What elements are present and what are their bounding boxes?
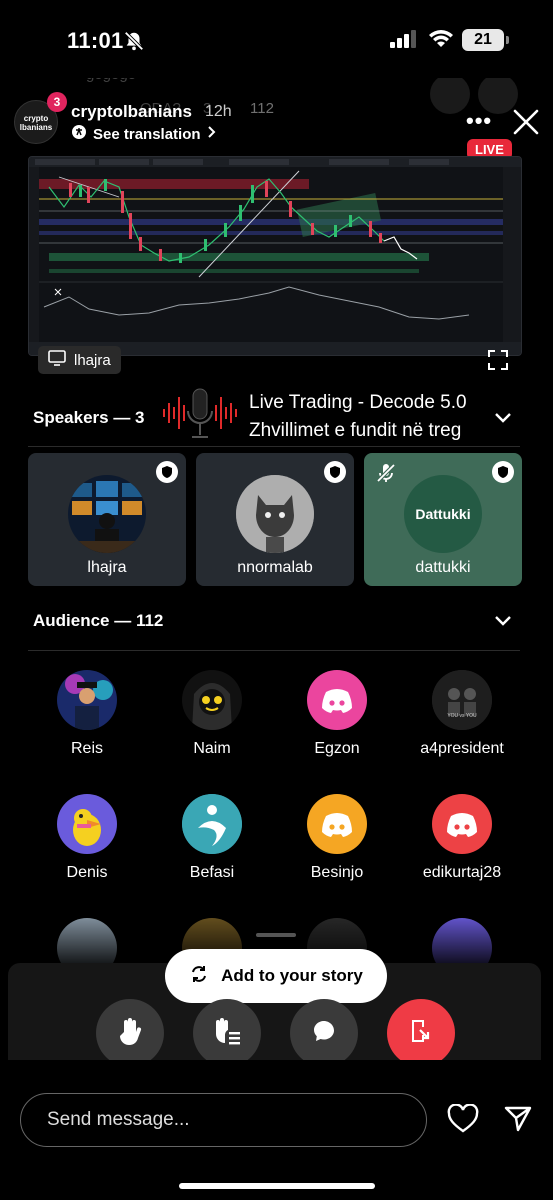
avatar xyxy=(182,670,242,730)
shield-icon xyxy=(156,461,178,483)
speaker-name: nnormalab xyxy=(237,559,313,576)
discord-avatar-icon xyxy=(307,670,367,730)
screen-share-label: lhajra xyxy=(38,346,121,374)
chat-bubble-icon xyxy=(311,1018,337,1049)
home-indicator xyxy=(179,1183,375,1189)
close-icon[interactable] xyxy=(512,108,540,141)
raise-hand-button[interactable] xyxy=(96,999,164,1060)
audience-heading: Audience — 112 xyxy=(33,611,164,630)
drag-handle[interactable] xyxy=(256,933,296,937)
divider xyxy=(28,650,520,651)
send-message-input[interactable]: Send message... xyxy=(20,1093,427,1147)
audience-member[interactable]: Denis xyxy=(27,794,147,882)
avatar xyxy=(57,670,117,730)
cellular-signal-icon xyxy=(390,30,418,53)
audience-member[interactable]: Besinjo xyxy=(277,794,397,882)
divider xyxy=(28,446,520,447)
battery-indicator: 21 xyxy=(462,29,504,51)
shield-icon xyxy=(324,461,346,483)
more-options-icon[interactable]: ••• xyxy=(466,108,492,134)
discord-avatar-icon xyxy=(307,794,367,854)
audience-member[interactable]: Befasi xyxy=(152,794,272,882)
host-username[interactable]: cryptolbanians xyxy=(71,102,192,122)
speaker-card-dattukki[interactable]: Dattukki dattukki xyxy=(364,453,522,586)
room-header: crypto lbanians 3 cryptolbanians 12h See… xyxy=(0,78,553,160)
avatar xyxy=(57,794,117,854)
avatar: Dattukki xyxy=(404,475,482,553)
translation-icon xyxy=(71,124,87,144)
wifi-icon xyxy=(428,28,454,53)
avatar: YOU vs YOU xyxy=(432,670,492,730)
refresh-icon xyxy=(189,964,209,989)
avatar xyxy=(68,475,146,553)
send-icon[interactable] xyxy=(503,1104,533,1139)
audience-member[interactable]: YOU vs YOU a4president xyxy=(402,670,522,758)
hand-list-button[interactable] xyxy=(193,999,261,1060)
speaker-name: lhajra xyxy=(87,559,127,576)
collapse-speakers-chevron-icon[interactable] xyxy=(494,411,512,429)
hand-list-icon xyxy=(212,1016,242,1051)
shield-icon xyxy=(492,461,514,483)
chevron-right-icon xyxy=(207,125,217,143)
audience-member[interactable]: Reis xyxy=(27,670,147,758)
clock: 11:01 xyxy=(67,28,124,53)
shared-screen-chart[interactable] xyxy=(28,156,522,356)
status-bar: 11:01 21 xyxy=(0,0,553,80)
audience-member[interactable]: Naim xyxy=(152,670,272,758)
discord-avatar-icon xyxy=(432,794,492,854)
see-translation-link[interactable]: See translation xyxy=(71,124,217,144)
speakers-heading: Speakers — 3 xyxy=(33,408,145,427)
leave-door-icon xyxy=(407,1017,435,1050)
fullscreen-icon[interactable] xyxy=(487,349,509,376)
add-to-story-button[interactable]: Add to your story xyxy=(165,949,387,1003)
heart-icon[interactable] xyxy=(447,1103,479,1139)
notification-badge: 3 xyxy=(47,92,67,112)
speaker-name: dattukki xyxy=(415,559,471,576)
chat-button[interactable] xyxy=(290,999,358,1060)
muted-mic-icon xyxy=(373,460,399,491)
audience-member[interactable]: edikurtaj28 xyxy=(402,794,522,882)
time-ago: 12h xyxy=(205,103,232,120)
audience-member[interactable]: Egzon xyxy=(277,670,397,758)
topic-title-line1: Live Trading - Decode 5.0 xyxy=(249,392,467,413)
battery-nub xyxy=(506,36,509,44)
topic-cover-icon xyxy=(160,383,240,448)
leave-room-button[interactable] xyxy=(387,999,455,1060)
collapse-audience-chevron-icon[interactable] xyxy=(494,614,512,632)
speaker-card-lhajra[interactable]: lhajra xyxy=(28,453,186,586)
live-room-sheet: gogogo ODA? 3 112 crypto lbanians 3 cryp… xyxy=(0,78,553,1060)
topic-title-line2: Zhvillimet e fundit në treg xyxy=(249,420,462,441)
speaker-card-nnormalab[interactable]: nnormalab xyxy=(196,453,354,586)
avatar xyxy=(182,794,242,854)
silent-bell-icon xyxy=(123,30,145,57)
avatar xyxy=(236,475,314,553)
monitor-icon xyxy=(48,350,66,370)
raise-hand-icon xyxy=(116,1016,144,1051)
